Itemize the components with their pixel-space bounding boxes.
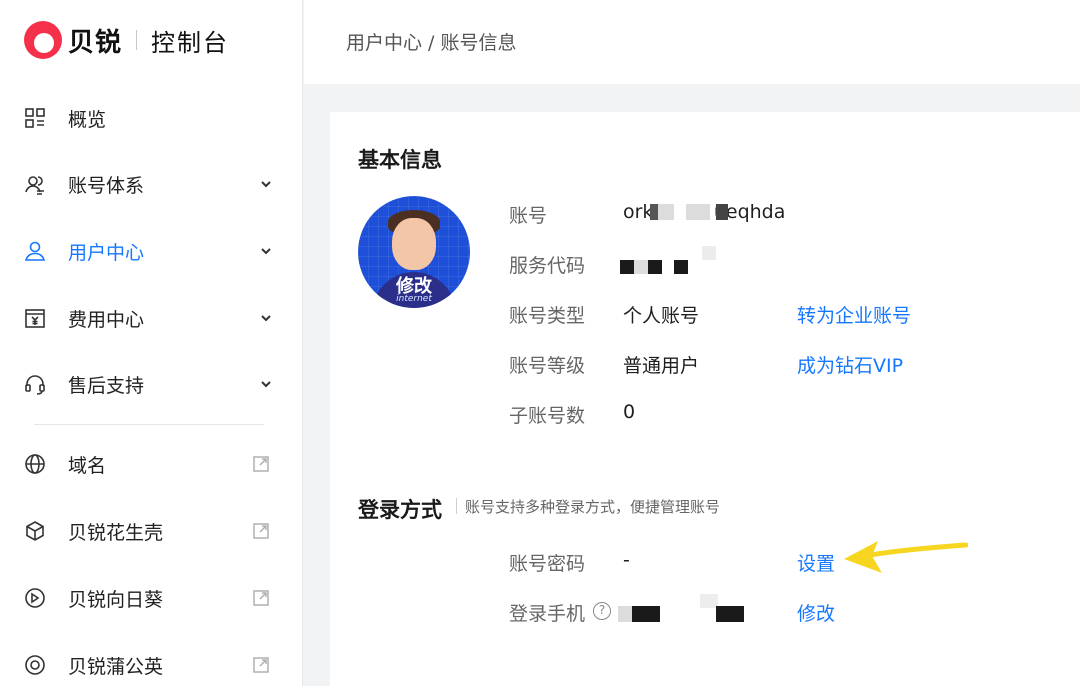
sidebar: 贝锐 控制台 概览 账号体系 用户中心 费用中心 售后支持 域名 贝锐花生壳 贝… xyxy=(0,0,303,686)
chevron-down-icon xyxy=(261,315,271,322)
upgrade-vip-link[interactable]: 成为钻石VIP xyxy=(797,351,903,378)
sidebar-link-label: 域名 xyxy=(68,454,107,477)
sidebar-link-oray-sunlogin[interactable]: 贝锐向日葵 xyxy=(0,573,303,623)
sidebar-item-after-sales[interactable]: 售后支持 xyxy=(0,359,303,409)
brand-name: 贝锐 xyxy=(68,27,123,58)
sidebar-item-overview[interactable]: 概览 xyxy=(0,93,303,143)
redaction-mask xyxy=(634,260,648,274)
convert-to-enterprise-link[interactable]: 转为企业账号 xyxy=(797,301,911,328)
brand-logo xyxy=(24,21,62,59)
set-password-link[interactable]: 设置 xyxy=(797,549,835,576)
redaction-mask xyxy=(656,204,674,220)
sidebar-link-oray-dandelion[interactable]: 贝锐蒲公英 xyxy=(0,640,303,686)
field-label-account-type: 账号类型 xyxy=(509,305,586,327)
sidebar-item-account-system[interactable]: 账号体系 xyxy=(0,159,303,209)
cube-icon xyxy=(26,521,44,541)
redaction-mask xyxy=(618,606,632,622)
redaction-mask xyxy=(716,606,744,622)
login-methods-description: 账号支持多种登录方式，便捷管理账号 xyxy=(465,498,721,516)
annotation-arrow-icon xyxy=(844,541,968,573)
chevron-down-icon xyxy=(261,181,271,188)
sidebar-link-domain[interactable]: 域名 xyxy=(0,439,303,489)
sidebar-item-label: 概览 xyxy=(68,108,107,131)
sunflower-icon xyxy=(25,588,45,608)
chevron-down-icon xyxy=(261,381,271,388)
yen-icon xyxy=(25,309,45,328)
sidebar-item-label: 售后支持 xyxy=(68,374,145,397)
basic-info-title: 基本信息 xyxy=(358,148,442,172)
redaction-mask xyxy=(632,606,660,622)
breadcrumb: 用户中心 / 账号信息 xyxy=(346,32,517,54)
sidebar-link-label: 贝锐蒲公英 xyxy=(68,655,164,678)
field-value-account-level: 普通用户 xyxy=(623,355,700,377)
account-info-card: 基本信息 修改 internet 账号 ork ueqhda 服务代码 账号类型… xyxy=(330,112,1080,686)
field-label-login-phone: 登录手机 xyxy=(509,603,586,625)
redaction-mask xyxy=(686,204,710,220)
avatar-shirt-text: internet xyxy=(396,294,432,304)
redaction-mask xyxy=(674,260,688,274)
external-link-icon xyxy=(253,523,269,539)
title-separator xyxy=(456,498,457,514)
sidebar-item-user-center[interactable]: 用户中心 xyxy=(0,226,303,276)
external-link-icon xyxy=(253,590,269,606)
sidebar-divider xyxy=(34,424,264,425)
redaction-mask xyxy=(648,260,662,274)
sidebar-item-label: 用户中心 xyxy=(68,241,145,264)
field-label-account-level: 账号等级 xyxy=(509,355,586,377)
headset-icon xyxy=(25,375,45,395)
chevron-down-icon xyxy=(261,248,271,255)
sidebar-item-label: 费用中心 xyxy=(68,308,145,331)
redaction-mask xyxy=(620,260,634,274)
question-circle-icon[interactable]: ? xyxy=(593,602,611,620)
brand-subtitle: 控制台 xyxy=(151,28,230,57)
field-value-sub-accounts: 0 xyxy=(623,401,636,423)
user-icon xyxy=(24,241,46,261)
sidebar-link-label: 贝锐向日葵 xyxy=(68,588,164,611)
field-label-account: 账号 xyxy=(509,205,548,227)
sidebar-item-label: 账号体系 xyxy=(68,174,145,197)
field-label-service-code: 服务代码 xyxy=(509,255,586,277)
edit-phone-link[interactable]: 修改 xyxy=(797,599,835,626)
redaction-mask xyxy=(702,246,716,260)
field-value-password: - xyxy=(623,549,630,571)
globe-icon xyxy=(25,454,45,474)
sidebar-link-oray-peanut-shell[interactable]: 贝锐花生壳 xyxy=(0,506,303,556)
brand-separator xyxy=(136,30,138,50)
users-icon xyxy=(25,176,44,195)
field-value-account-type: 个人账号 xyxy=(623,305,700,327)
grid-icon xyxy=(25,108,45,128)
page-header: 用户中心 / 账号信息 xyxy=(304,0,1080,84)
redaction-mask xyxy=(650,204,658,220)
field-label-password: 账号密码 xyxy=(509,553,586,575)
external-link-icon xyxy=(253,657,269,673)
dandelion-icon xyxy=(25,655,45,675)
avatar[interactable]: 修改 internet xyxy=(358,196,470,308)
sidebar-link-label: 贝锐花生壳 xyxy=(68,521,164,544)
sidebar-item-billing-center[interactable]: 费用中心 xyxy=(0,293,303,343)
field-label-sub-accounts: 子账号数 xyxy=(509,405,586,427)
external-link-icon xyxy=(253,456,269,472)
redaction-mask xyxy=(716,204,728,220)
brand[interactable]: 贝锐 控制台 xyxy=(24,20,229,60)
login-methods-title: 登录方式 xyxy=(358,498,442,522)
